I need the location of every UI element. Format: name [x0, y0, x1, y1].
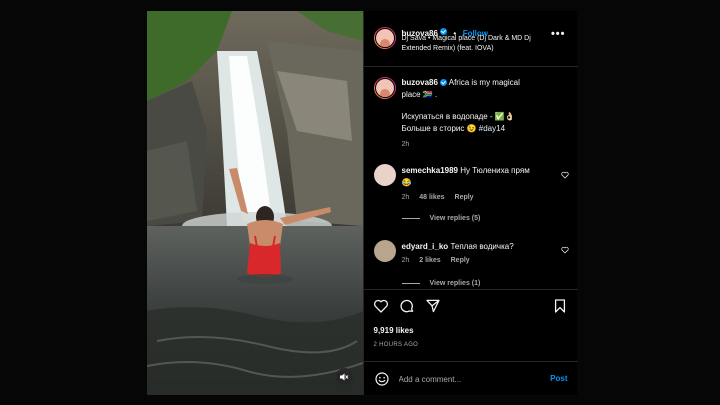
comment-likes[interactable]: 48 likes [419, 194, 444, 201]
post-details-panel: buzova86 • Follow Dj Sava • Magical plac… [362, 11, 578, 396]
caption-line-2: place 🇿🇦 . [401, 90, 438, 99]
caption-avatar[interactable] [373, 77, 396, 99]
caption-line-4: Больше в сторис 😉 [401, 124, 477, 133]
more-options-icon[interactable]: ••• [551, 28, 566, 40]
caption-line-1: Africa is my magical [448, 78, 520, 87]
likes-count[interactable]: 9,919 likes [374, 326, 414, 335]
comment-meta: 2h 2 likes Reply [402, 257, 470, 264]
comment-time: 2h [401, 257, 410, 264]
comment-text: semechka1989 Ну Тюлениха прям 😂 [402, 165, 552, 189]
emoji-icon[interactable] [374, 371, 390, 387]
bookmark-icon[interactable] [552, 298, 568, 314]
view-replies-button[interactable]: View replies (5) [401, 215, 481, 222]
comment-like-heart-icon[interactable] [560, 171, 569, 179]
muted-speaker-icon [340, 373, 349, 380]
post-video[interactable] [147, 11, 363, 395]
add-comment-bar: Post [363, 361, 578, 396]
replies-divider [401, 218, 420, 219]
commenter-username[interactable]: edyard_i_ko [402, 242, 449, 251]
commenter-avatar[interactable] [373, 164, 396, 186]
hashtag-link[interactable]: #day14 [479, 124, 505, 133]
post-modal: buzova86 • Follow Dj Sava • Magical plac… [147, 11, 578, 396]
add-comment-input[interactable] [398, 372, 529, 386]
heart-icon[interactable] [373, 298, 389, 314]
caption-time: 2h [401, 141, 410, 148]
caption-username[interactable]: buzova86 [402, 78, 438, 87]
mute-button[interactable] [335, 368, 353, 385]
post-timestamp: 2 HOURS AGO [373, 342, 419, 348]
commenter-username[interactable]: semechka1989 [402, 166, 459, 175]
caption-text: buzova86 Africa is my magical place 🇿🇦 .… [402, 77, 567, 151]
verified-badge-icon [439, 79, 447, 87]
reply-button[interactable]: Reply [455, 194, 474, 201]
comment-time: 2h [401, 194, 410, 201]
view-replies-label: View replies (1) [429, 280, 481, 287]
comment-text: edyard_i_ko Теплая водичка? [402, 241, 552, 253]
commenter-avatar[interactable] [373, 240, 396, 262]
comment-body: Теплая водичка? [450, 242, 514, 251]
comment-icon[interactable] [399, 298, 415, 314]
reply-button[interactable]: Reply [451, 257, 470, 264]
view-replies-label: View replies (5) [429, 215, 481, 222]
author-avatar[interactable] [373, 27, 396, 49]
comment-meta: 2h 48 likes Reply [402, 194, 474, 201]
send-icon[interactable] [425, 298, 441, 314]
audio-track-link[interactable]: Dj Sava • Magical place (Dj Dark & MD Dj… [402, 34, 552, 54]
replies-divider [401, 283, 420, 284]
post-actions: 9,919 likes 2 HOURS AGO [363, 289, 578, 362]
comment-body: Ну Тюлениха прям [460, 166, 530, 175]
comment-body-line-2: 😂 [401, 178, 412, 187]
post-header: buzova86 • Follow Dj Sava • Magical plac… [363, 11, 578, 67]
comment-like-heart-icon[interactable] [560, 246, 569, 254]
view-replies-button[interactable]: View replies (1) [401, 279, 481, 288]
comment-likes[interactable]: 2 likes [419, 257, 440, 264]
waterfall-video-frame [147, 11, 363, 395]
caption-line-3: Искупаться в водопаде - ✅👌🏻 [401, 112, 515, 121]
post-comment-button[interactable]: Post [550, 374, 567, 383]
